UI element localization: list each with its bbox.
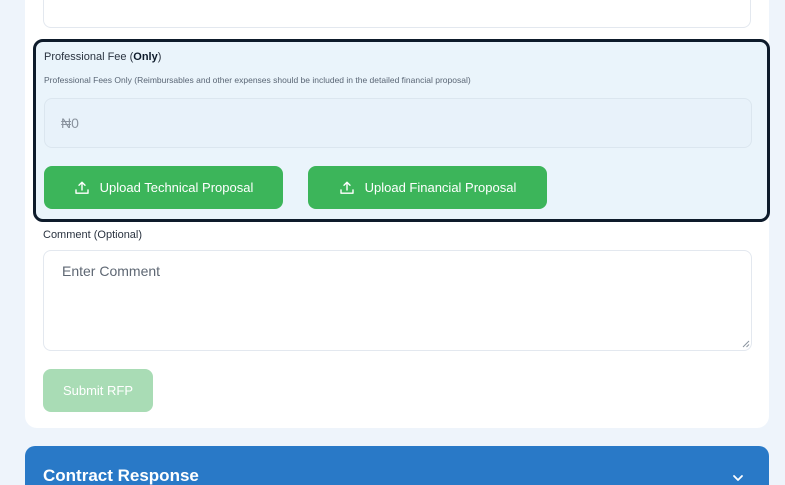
contract-response-accordion[interactable]: Contract Response — [25, 446, 769, 485]
upload-financial-proposal-button[interactable]: Upload Financial Proposal — [308, 166, 547, 209]
comment-textarea[interactable] — [43, 250, 752, 351]
only-emphasis: Only — [133, 51, 158, 63]
upload-financial-label: Upload Financial Proposal — [364, 180, 517, 195]
previous-field[interactable] — [43, 0, 751, 28]
comment-label: Comment (Optional) — [43, 229, 143, 241]
upload-icon — [339, 181, 354, 194]
chevron-down-icon — [733, 475, 743, 481]
contract-response-title: Contract Response — [43, 466, 199, 485]
upload-icon — [74, 181, 89, 194]
upload-technical-label: Upload Technical Proposal — [99, 180, 254, 195]
upload-technical-proposal-button[interactable]: Upload Technical Proposal — [44, 166, 283, 209]
professional-fee-label: Professional Fee (Only) — [44, 51, 162, 63]
professional-fee-section: Professional Fee (Only) Professional Fee… — [33, 39, 770, 222]
submit-rfp-button[interactable]: Submit RFP — [43, 369, 153, 412]
professional-fee-help-text: Professional Fees Only (Reimbursables an… — [44, 75, 471, 85]
professional-fee-input[interactable] — [44, 98, 752, 148]
resize-handle-icon[interactable] — [742, 340, 750, 348]
